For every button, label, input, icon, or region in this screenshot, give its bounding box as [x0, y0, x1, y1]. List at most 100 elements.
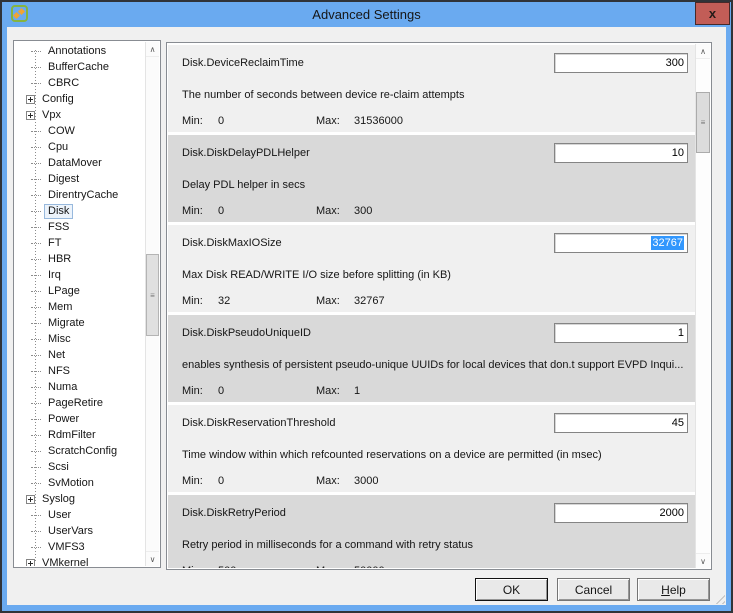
min-label: Min:: [182, 475, 203, 487]
scroll-up-icon[interactable]: ∧: [146, 42, 159, 57]
tree-item-scsi[interactable]: Scsi: [15, 459, 145, 475]
setting-value-input[interactable]: 32767: [554, 233, 688, 253]
selected-text: 32767: [651, 236, 684, 250]
expand-plus-icon[interactable]: [26, 495, 35, 504]
min-label: Min:: [182, 295, 203, 307]
tree-item-label: BufferCache: [44, 60, 113, 75]
tree-item-power[interactable]: Power: [15, 411, 145, 427]
tree-item-ft[interactable]: FT: [15, 235, 145, 251]
tree-scrollbar[interactable]: ∧ ≡ ∨: [145, 42, 159, 566]
tree-item-label: Config: [38, 92, 78, 107]
ok-button[interactable]: OK: [475, 578, 548, 601]
setting-name: Disk.DiskMaxIOSize: [182, 237, 282, 249]
tree-item-cbrc[interactable]: CBRC: [15, 75, 145, 91]
tree-item-vmkernel[interactable]: VMkernel: [15, 555, 145, 566]
setting-name: Disk.DiskReservationThreshold: [182, 417, 335, 429]
tree-item-hbr[interactable]: HBR: [15, 251, 145, 267]
dialog-body: Annotations BufferCache CBRC Config Vpx …: [7, 27, 726, 605]
tree-item-irq[interactable]: Irq: [15, 267, 145, 283]
tree-item-mem[interactable]: Mem: [15, 299, 145, 315]
tree-item-label: Mem: [44, 300, 76, 315]
tree-item-label: RdmFilter: [44, 428, 100, 443]
tree-item-label: DirentryCache: [44, 188, 122, 203]
tree-item-label: User: [44, 508, 75, 523]
resize-grip[interactable]: [712, 591, 725, 604]
cancel-button[interactable]: Cancel: [557, 578, 630, 601]
min-value: 500: [218, 565, 236, 568]
tree-item-pageretire[interactable]: PageRetire: [15, 395, 145, 411]
tree-item-net[interactable]: Net: [15, 347, 145, 363]
scrollbar-thumb[interactable]: ≡: [696, 92, 710, 153]
tree-item-label: Disk: [44, 204, 73, 219]
expand-plus-icon[interactable]: [26, 559, 35, 567]
tree-connector: [31, 83, 41, 84]
tree-item-cpu[interactable]: Cpu: [15, 139, 145, 155]
tree-item-svmotion[interactable]: SvMotion: [15, 475, 145, 491]
setting-value-input[interactable]: 1: [554, 323, 688, 343]
scroll-down-icon[interactable]: ∨: [696, 553, 710, 568]
tree-item-fss[interactable]: FSS: [15, 219, 145, 235]
tree-item-buffercache[interactable]: BufferCache: [15, 59, 145, 75]
tree-item-annotations[interactable]: Annotations: [15, 43, 145, 59]
setting-block: Disk.DiskDelayPDLHelper 10 Delay PDL hel…: [168, 135, 695, 222]
title-bar[interactable]: Advanced Settings x: [2, 2, 731, 27]
setting-value-input[interactable]: 2000: [554, 503, 688, 523]
tree-item-disk[interactable]: Disk: [15, 203, 145, 219]
setting-description: Time window within which refcounted rese…: [182, 449, 689, 461]
tree-item-uservars[interactable]: UserVars: [15, 523, 145, 539]
setting-name: Disk.DiskPseudoUniqueID: [182, 327, 311, 339]
setting-value-input[interactable]: 10: [554, 143, 688, 163]
tree-item-user[interactable]: User: [15, 507, 145, 523]
scrollbar-thumb[interactable]: ≡: [146, 254, 159, 336]
expand-plus-icon[interactable]: [26, 95, 35, 104]
min-value: 32: [218, 295, 230, 307]
scroll-down-icon[interactable]: ∨: [146, 551, 159, 566]
tree-connector: [31, 307, 41, 308]
min-value: 0: [218, 115, 224, 127]
setting-name: Disk.DiskDelayPDLHelper: [182, 147, 310, 159]
setting-block: Disk.DiskReservationThreshold 45 Time wi…: [168, 405, 695, 492]
scroll-up-icon[interactable]: ∧: [696, 44, 710, 59]
tree-item-label: LPage: [44, 284, 84, 299]
tree-item-label: Power: [44, 412, 83, 427]
tree-item-digest[interactable]: Digest: [15, 171, 145, 187]
setting-value-input[interactable]: 45: [554, 413, 688, 433]
min-label: Min:: [182, 385, 203, 397]
max-value: 300: [354, 205, 372, 217]
min-label: Min:: [182, 115, 203, 127]
tree-item-direntrycache[interactable]: DirentryCache: [15, 187, 145, 203]
min-label: Min:: [182, 205, 203, 217]
tree-item-scratchconfig[interactable]: ScratchConfig: [15, 443, 145, 459]
tree-item-misc[interactable]: Misc: [15, 331, 145, 347]
tree-item-label: Irq: [44, 268, 65, 283]
tree-item-numa[interactable]: Numa: [15, 379, 145, 395]
setting-description: Delay PDL helper in secs: [182, 179, 689, 191]
tree-item-lpage[interactable]: LPage: [15, 283, 145, 299]
tree-item-vpx[interactable]: Vpx: [15, 107, 145, 123]
tree-item-config[interactable]: Config: [15, 91, 145, 107]
tree-item-label: Vpx: [38, 108, 65, 123]
tree-connector: [31, 419, 41, 420]
tree-item-migrate[interactable]: Migrate: [15, 315, 145, 331]
tree-connector: [31, 195, 41, 196]
tree-item-nfs[interactable]: NFS: [15, 363, 145, 379]
min-value: 0: [218, 385, 224, 397]
setting-value-input[interactable]: 300: [554, 53, 688, 73]
min-label: Min:: [182, 565, 203, 568]
max-label: Max:: [316, 205, 340, 217]
tree-item-syslog[interactable]: Syslog: [15, 491, 145, 507]
tree-connector: [31, 403, 41, 404]
expand-plus-icon[interactable]: [26, 111, 35, 120]
help-button[interactable]: Help: [637, 578, 710, 601]
tree-connector: [31, 467, 41, 468]
tree-item-rdmfilter[interactable]: RdmFilter: [15, 427, 145, 443]
close-button[interactable]: x: [695, 2, 730, 25]
tree-item-cow[interactable]: COW: [15, 123, 145, 139]
max-value: 31536000: [354, 115, 403, 127]
tree-item-label: VMFS3: [44, 540, 89, 555]
tree-item-datamover[interactable]: DataMover: [15, 155, 145, 171]
tree-item-label: ScratchConfig: [44, 444, 121, 459]
settings-scrollbar[interactable]: ∧ ≡ ∨: [695, 44, 710, 568]
tree-item-vmfs3[interactable]: VMFS3: [15, 539, 145, 555]
tree-item-label: Syslog: [38, 492, 79, 507]
